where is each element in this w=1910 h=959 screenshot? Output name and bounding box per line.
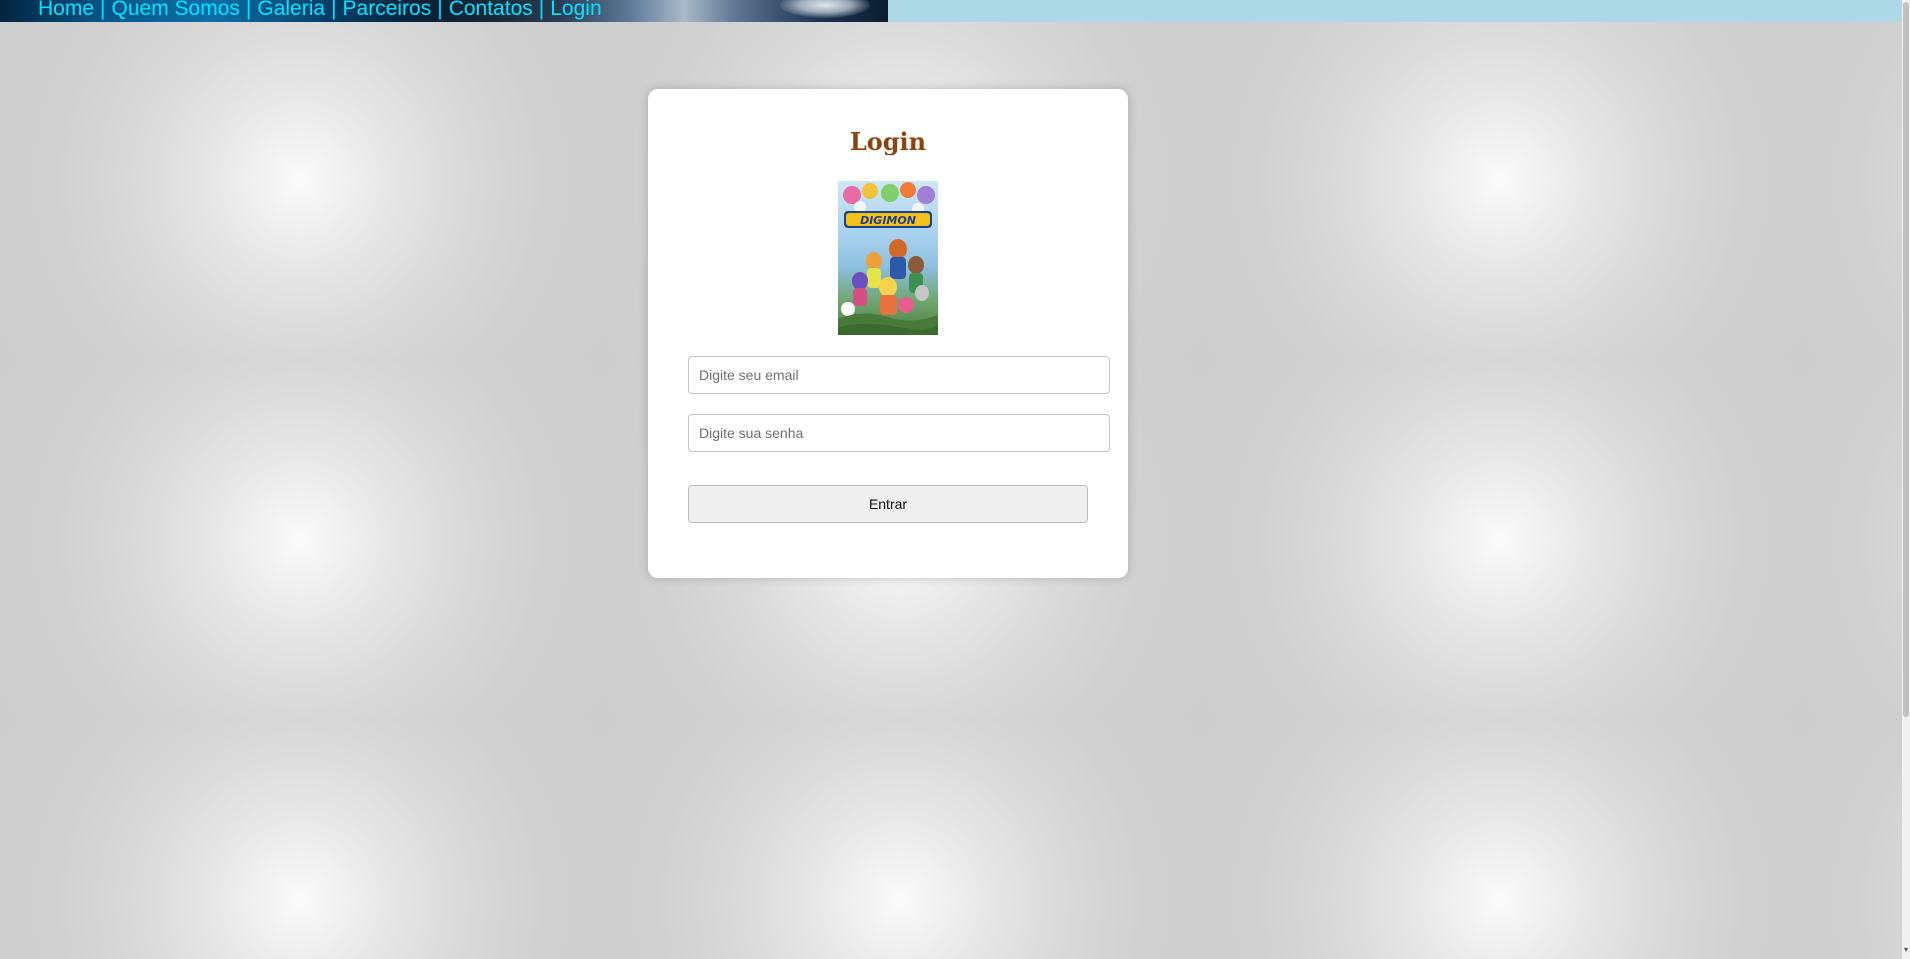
nav-link-galeria[interactable]: Galeria: [257, 0, 325, 21]
digimon-poster-image: DIGIMON: [838, 181, 938, 335]
login-submit-button[interactable]: Entrar: [688, 485, 1088, 523]
page-scrollbar[interactable]: ▾: [1902, 0, 1910, 959]
main-nav: Home | Quem Somos | Galeria | Parceiros …: [38, 0, 602, 21]
nav-separator: |: [245, 0, 252, 20]
login-card: Login DIGIMON Digite seu email Entrar: [648, 89, 1128, 578]
nav-link-quem-somos[interactable]: Quem Somos: [112, 0, 240, 21]
login-title: Login: [849, 127, 927, 156]
nav-separator: |: [437, 0, 443, 20]
nav-link-parceiros[interactable]: Parceiros: [343, 0, 432, 21]
nav-link-login[interactable]: Login: [550, 0, 601, 21]
nav-separator: |: [331, 0, 337, 20]
nav-separator: |: [538, 0, 545, 20]
email-input[interactable]: [688, 356, 1110, 394]
password-input[interactable]: [688, 414, 1110, 452]
poster-logo-text: DIGIMON: [860, 214, 916, 227]
scroll-down-arrow-icon[interactable]: ▾: [1902, 944, 1910, 956]
scrollbar-thumb[interactable]: [1903, 2, 1909, 717]
top-navigation-bar: Home | Quem Somos | Galeria | Parceiros …: [0, 0, 1902, 22]
nav-separator: |: [100, 0, 106, 20]
nav-link-contatos[interactable]: Contatos: [449, 0, 533, 21]
nav-link-home[interactable]: Home: [38, 0, 94, 21]
